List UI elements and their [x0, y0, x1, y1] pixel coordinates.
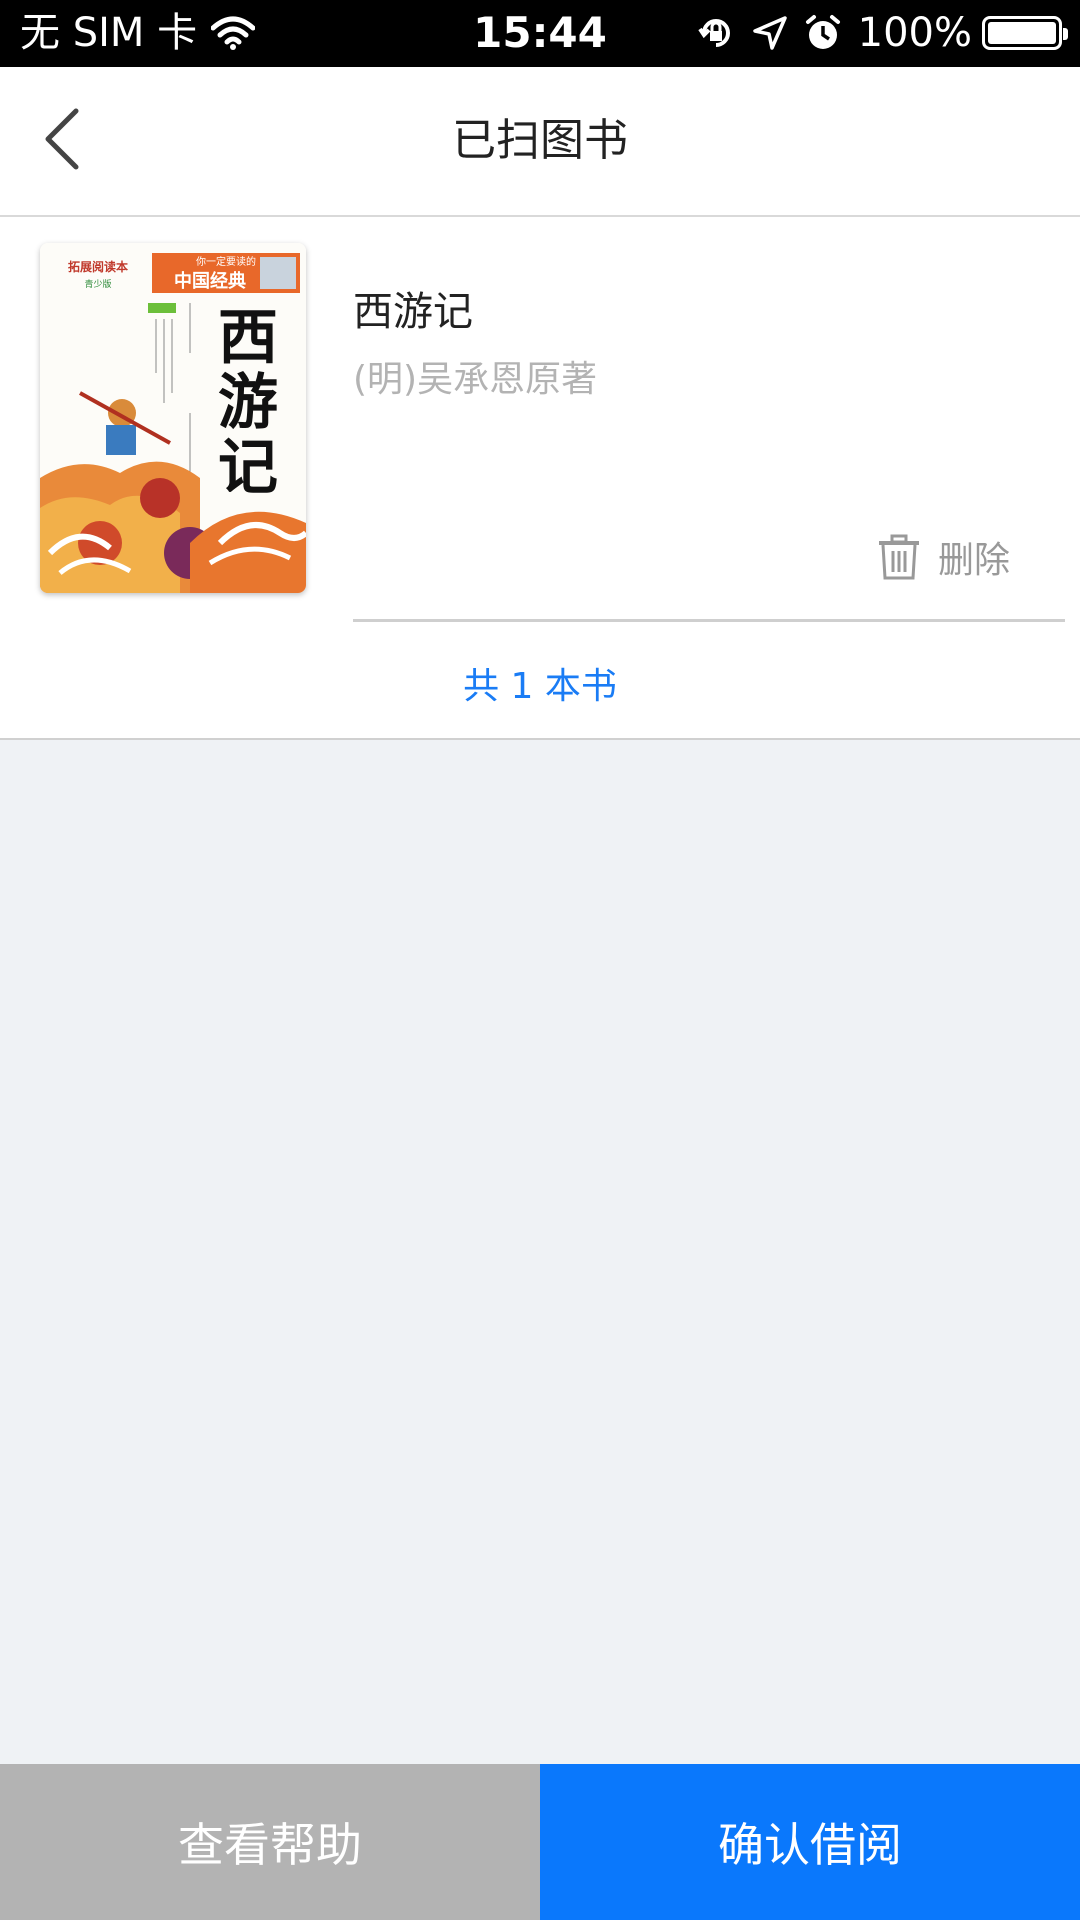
confirm-borrow-button[interactable]: 确认借阅: [540, 1764, 1080, 1920]
location-icon: [752, 15, 788, 51]
cover-series: 中国经典: [174, 270, 246, 292]
cover-title-1: 西: [218, 303, 278, 373]
status-right-group: 100%: [696, 8, 1068, 58]
trash-icon: [879, 534, 919, 580]
page-title: 已扫图书: [452, 115, 628, 166]
battery-icon: [982, 16, 1068, 50]
status-bar: 无 SIM 卡 15:44 100%: [0, 0, 1080, 67]
alarm-icon: [804, 14, 842, 52]
book-divider: [353, 619, 1065, 622]
cover-edition: 青少版: [84, 278, 111, 290]
bottom-action-bar: 查看帮助 确认借阅: [0, 1764, 1080, 1920]
scanned-book-list: 你一定要读的 中国经典 拓展阅读本 青少版 西 游 记 西游记 (明)吴承恩原著…: [0, 217, 1080, 740]
battery-percent: 100%: [857, 10, 972, 56]
book-title: 西游记: [353, 289, 473, 335]
book-count: 共 1 本书: [463, 666, 617, 707]
book-cover-image[interactable]: 你一定要读的 中国经典 拓展阅读本 青少版 西 游 记: [40, 243, 306, 593]
cover-title-2: 游: [218, 368, 278, 438]
delete-label: 删除: [938, 540, 1011, 581]
book-cover-art: 你一定要读的 中国经典 拓展阅读本 青少版 西 游 记: [40, 243, 306, 593]
book-author: (明)吴承恩原著: [353, 359, 598, 400]
nav-bar: 已扫图书: [0, 67, 1080, 217]
cover-badge: 拓展阅读本: [68, 259, 128, 274]
view-help-button[interactable]: 查看帮助: [0, 1764, 540, 1920]
delete-button[interactable]: 删除: [876, 527, 1010, 587]
orientation-lock-icon: [696, 13, 736, 53]
cover-title-3: 记: [218, 433, 278, 503]
cover-banner: 你一定要读的: [196, 255, 256, 268]
